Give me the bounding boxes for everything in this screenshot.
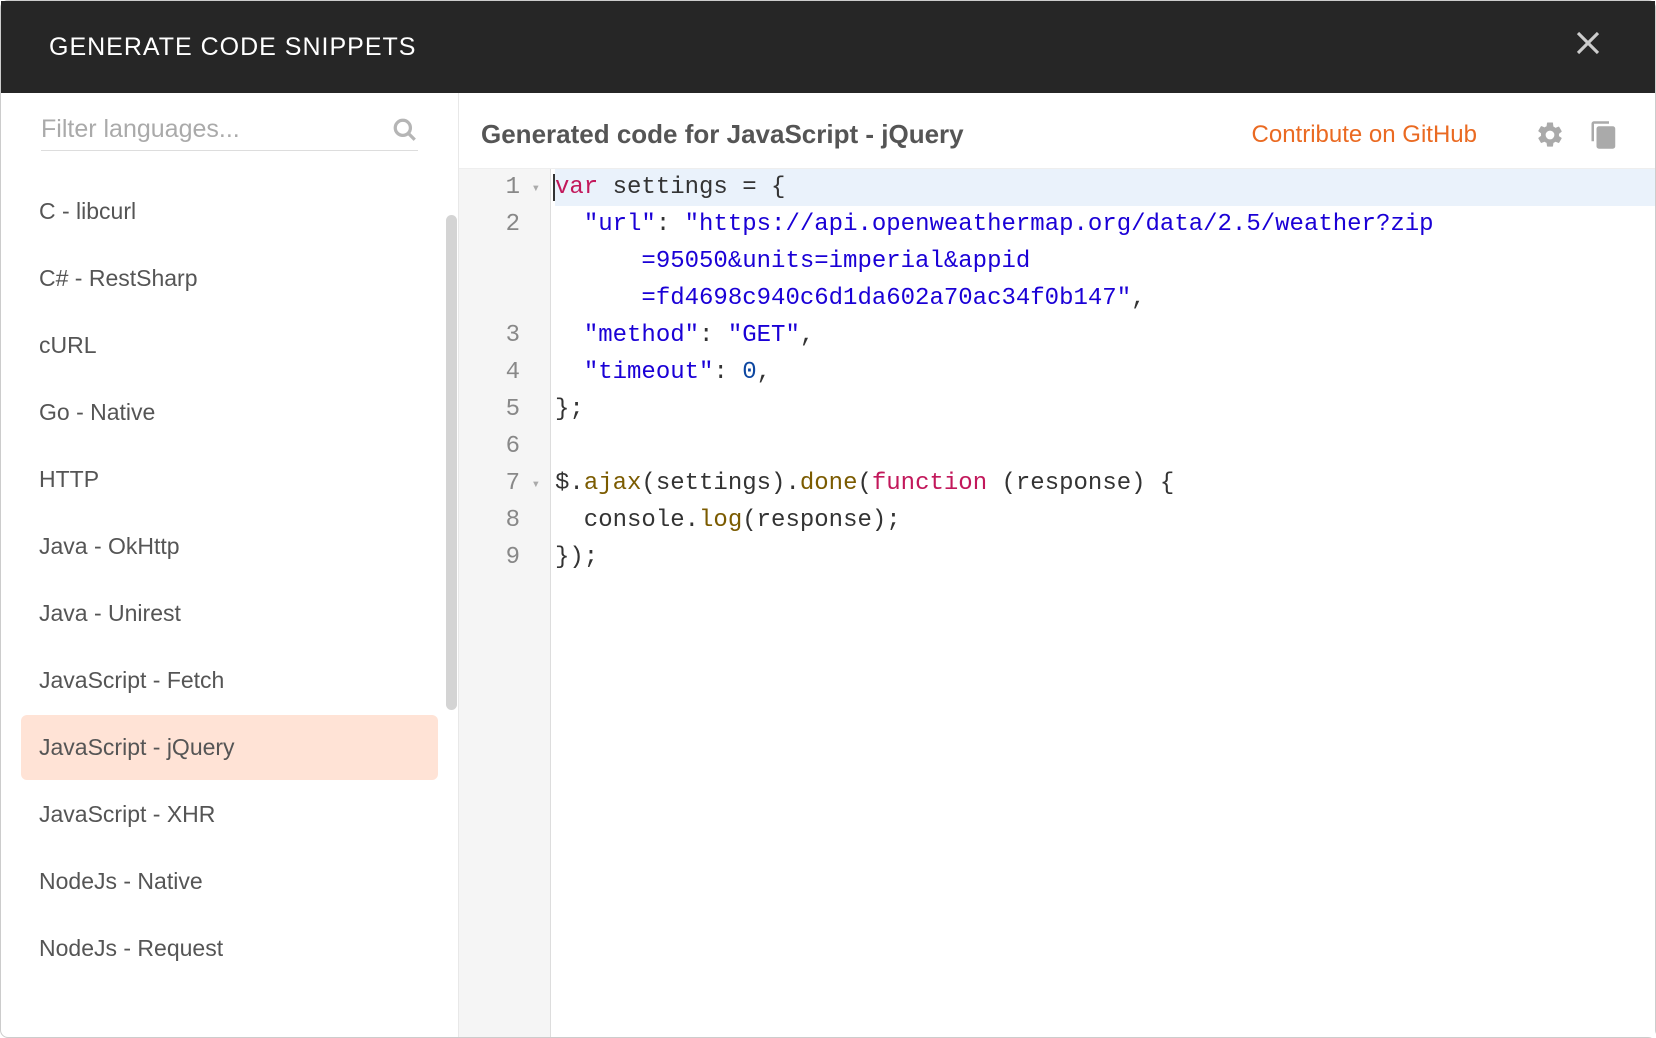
language-item[interactable]: C# - RestSharp [21,246,438,311]
language-item[interactable]: Java - OkHttp [21,514,438,579]
gutter-line-number: 3 [459,317,550,354]
sidebar-scrollbar[interactable] [446,215,457,715]
language-item[interactable]: JavaScript - Fetch [21,648,438,713]
code-editor[interactable]: 12 3456789 var settings = { "url": "http… [459,169,1655,1037]
language-item[interactable]: Java - Unirest [21,581,438,646]
code-line[interactable]: =fd4698c940c6d1da602a70ac34f0b147", [555,280,1655,317]
gutter-line-number: 8 [459,502,550,539]
code-line[interactable]: var settings = { [555,169,1655,206]
language-item[interactable]: HTTP [21,447,438,512]
close-icon[interactable] [1569,24,1607,71]
gutter-line-number: 4 [459,354,550,391]
gutter-line-number: 7 [459,465,550,502]
code-line[interactable]: "timeout": 0, [555,354,1655,391]
search-input[interactable] [41,115,392,144]
editor-code[interactable]: var settings = { "url": "https://api.ope… [551,169,1655,1037]
code-line[interactable]: $.ajax(settings).done(function (response… [555,465,1655,502]
code-line[interactable]: console.log(response); [555,502,1655,539]
main-panel: Generated code for JavaScript - jQuery C… [459,93,1655,1037]
editor-gutter: 12 3456789 [459,169,551,1037]
gear-icon[interactable] [1535,120,1565,150]
language-item[interactable]: cURL [21,313,438,378]
language-item[interactable]: JavaScript - XHR [21,782,438,847]
language-item[interactable]: Go - Native [21,380,438,445]
dialog-body: C - libcurlC# - RestSharpcURLGo - Native… [1,93,1655,1037]
gutter-line-number: 1 [459,169,550,206]
language-item[interactable]: NodeJs - Native [21,849,438,914]
code-line[interactable] [555,428,1655,465]
sidebar-scrollbar-thumb[interactable] [446,215,457,710]
language-item[interactable]: C - libcurl [21,179,438,244]
code-line[interactable]: =95050&units=imperial&appid [555,243,1655,280]
language-item[interactable]: NodeJs - Request [21,916,438,981]
gutter-line-number: 5 [459,391,550,428]
language-list[interactable]: C - libcurlC# - RestSharpcURLGo - Native… [1,161,458,1037]
gutter-line-number: 6 [459,428,550,465]
sidebar: C - libcurlC# - RestSharpcURLGo - Native… [1,93,459,1037]
code-line[interactable]: "method": "GET", [555,317,1655,354]
code-line[interactable]: "url": "https://api.openweathermap.org/d… [555,206,1655,243]
dialog-title: GENERATE CODE SNIPPETS [49,33,416,62]
search-row [41,115,418,151]
search-icon[interactable] [392,117,418,143]
main-header: Generated code for JavaScript - jQuery C… [459,93,1655,169]
code-line[interactable]: }); [555,539,1655,576]
contribute-github-link[interactable]: Contribute on GitHub [1252,121,1477,149]
generated-code-title: Generated code for JavaScript - jQuery [481,119,1252,150]
gutter-line-number: 9 [459,539,550,576]
dialog-header: GENERATE CODE SNIPPETS [1,1,1655,93]
copy-icon[interactable] [1589,120,1619,150]
gutter-line-number: 2 [459,206,550,243]
code-line[interactable]: }; [555,391,1655,428]
language-item[interactable]: JavaScript - jQuery [21,715,438,780]
